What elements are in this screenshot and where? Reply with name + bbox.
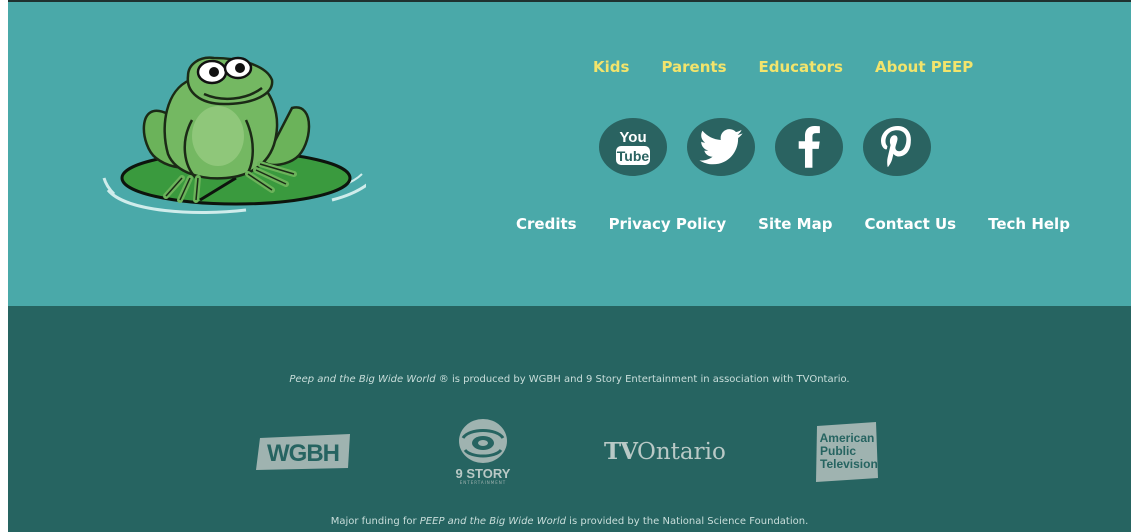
nav-link-kids[interactable]: Kids — [593, 58, 629, 76]
footer: Kids Parents Educators About PEEP You Tu… — [8, 0, 1131, 532]
primary-nav: Kids Parents Educators About PEEP — [593, 58, 973, 76]
funding-credit-text: is provided by the National Science Foun… — [566, 516, 809, 527]
nine-story-logo[interactable]: 9 STORY ENTERTAINMENT — [442, 418, 524, 486]
nav-link-credits[interactable]: Credits — [516, 215, 577, 233]
facebook-link[interactable] — [775, 118, 843, 176]
pinterest-icon — [881, 126, 911, 167]
tvontario-logo-text: Ontario — [636, 439, 726, 465]
footer-bottom — [8, 306, 1131, 532]
nav-link-tech-help[interactable]: Tech Help — [988, 215, 1070, 233]
nine-story-swirl-icon — [459, 419, 507, 463]
apt-logo-line3: Television — [820, 457, 878, 471]
youtube-icon-bottom: Tube — [617, 148, 650, 164]
nav-link-contact-us[interactable]: Contact Us — [864, 215, 956, 233]
nine-story-logo-text: 9 STORY — [455, 466, 511, 481]
wgbh-logo-text: WGBH — [267, 440, 339, 467]
youtube-icon: You Tube — [616, 129, 650, 165]
apt-logo-line2: Public — [820, 444, 856, 458]
twitter-link[interactable] — [687, 118, 755, 176]
tvontario-logo-bold: TV — [604, 438, 638, 465]
nav-link-about-peep[interactable]: About PEEP — [875, 58, 973, 76]
nav-link-privacy-policy[interactable]: Privacy Policy — [609, 215, 727, 233]
apt-logo-line1: American — [820, 431, 875, 445]
frog-logo[interactable] — [96, 50, 366, 220]
funding-credit-prefix: Major funding for — [330, 516, 420, 527]
american-public-television-logo[interactable]: American Public Television — [814, 422, 880, 482]
pinterest-link[interactable] — [863, 118, 931, 176]
nine-story-logo-subtext: ENTERTAINMENT — [459, 480, 507, 485]
youtube-link[interactable]: You Tube — [599, 118, 667, 176]
secondary-nav: Credits Privacy Policy Site Map Contact … — [516, 215, 1070, 233]
production-credit: Peep and the Big Wide World ® is produce… — [8, 374, 1131, 385]
wgbh-logo[interactable]: WGBH — [254, 430, 354, 474]
nav-link-site-map[interactable]: Site Map — [758, 215, 832, 233]
funding-credit: Major funding for PEEP and the Big Wide … — [8, 516, 1131, 527]
nav-link-educators[interactable]: Educators — [759, 58, 843, 76]
twitter-icon — [699, 129, 743, 165]
production-credit-text: is produced by WGBH and 9 Story Entertai… — [448, 374, 850, 385]
nav-link-parents[interactable]: Parents — [661, 58, 726, 76]
tvontario-logo[interactable]: TVOntario — [604, 438, 726, 465]
show-title: Peep and the Big Wide World ® — [289, 374, 449, 385]
facebook-icon — [798, 126, 820, 168]
youtube-icon-top: You — [619, 129, 646, 146]
footer-top: Kids Parents Educators About PEEP You Tu… — [8, 2, 1131, 306]
funding-show-title: PEEP and the Big Wide World — [419, 516, 566, 527]
social-links: You Tube — [599, 118, 931, 176]
